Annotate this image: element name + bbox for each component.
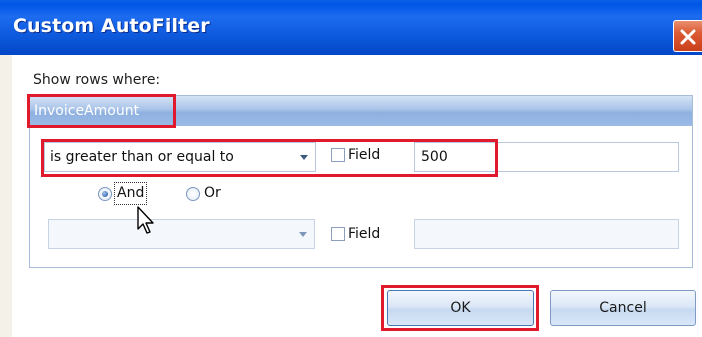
and-radio-label[interactable]: And xyxy=(117,185,144,201)
value-input-2[interactable] xyxy=(414,219,679,249)
arrow-pointer-icon xyxy=(137,206,154,234)
operator-dropdown-2[interactable] xyxy=(48,219,315,249)
column-name-highlight xyxy=(27,94,176,128)
field-checkbox-2[interactable] xyxy=(331,227,345,241)
and-radio[interactable] xyxy=(98,187,112,201)
title-bar[interactable]: Custom AutoFilter xyxy=(0,0,702,55)
field-checkbox-label-2: Field xyxy=(348,226,381,242)
close-button[interactable] xyxy=(673,20,702,52)
show-rows-label: Show rows where: xyxy=(33,72,161,88)
or-radio-label[interactable]: Or xyxy=(204,185,221,201)
close-icon xyxy=(680,29,696,45)
ok-button-highlight xyxy=(381,285,539,331)
cancel-button[interactable]: Cancel xyxy=(550,290,696,326)
cancel-button-label: Cancel xyxy=(599,300,647,316)
custom-autofilter-dialog: Custom AutoFilter Show rows where: Invoi… xyxy=(0,0,702,337)
chevron-down-icon xyxy=(299,232,307,237)
dialog-title: Custom AutoFilter xyxy=(13,15,210,37)
or-radio[interactable] xyxy=(186,187,200,201)
condition-highlight xyxy=(41,139,498,177)
